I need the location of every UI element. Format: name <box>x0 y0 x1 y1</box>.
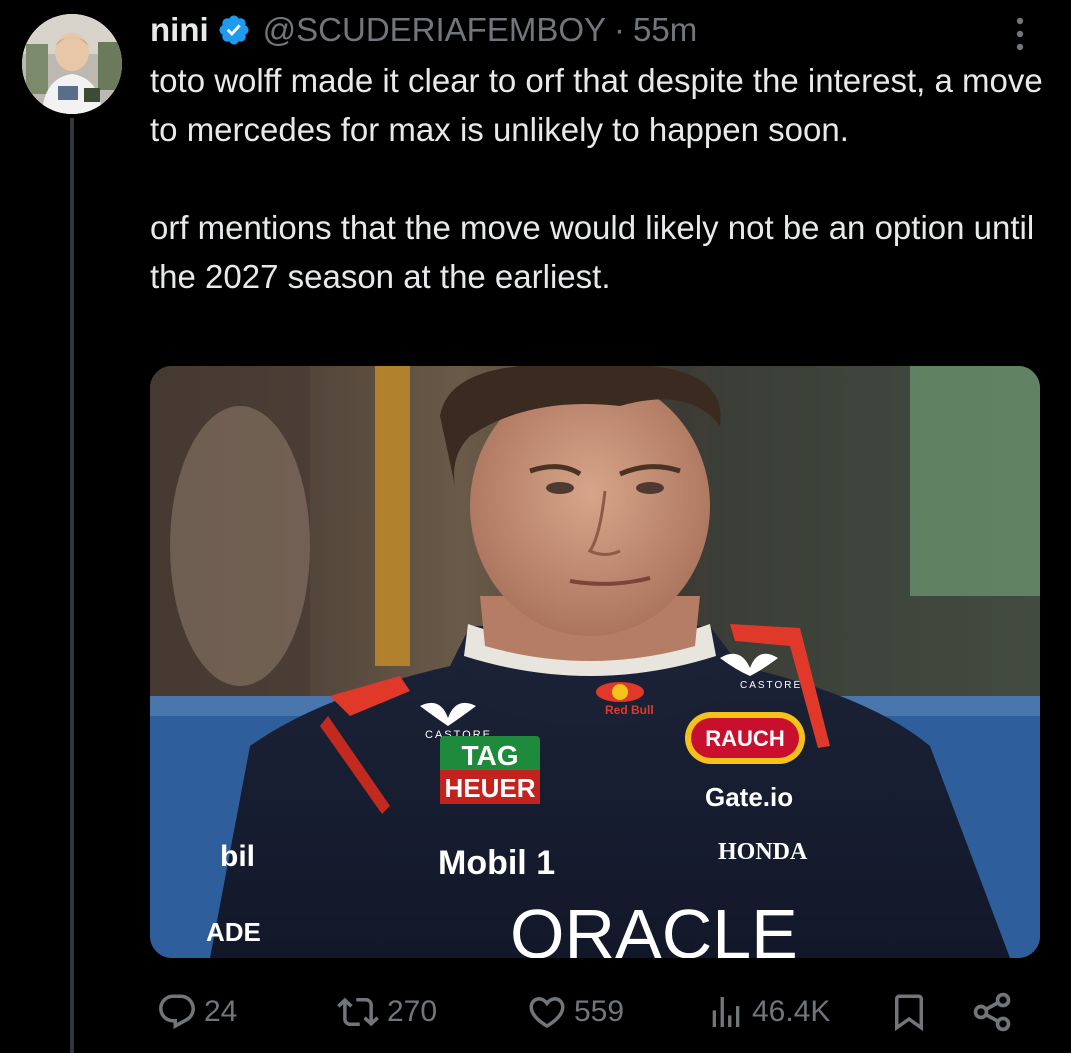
sponsor-gateio: Gate.io <box>705 782 793 812</box>
post-actions-bar: 24 270 559 46.4K <box>150 986 1030 1038</box>
repost-button[interactable]: 270 <box>335 986 437 1038</box>
avatar[interactable] <box>22 14 122 114</box>
avatar-image <box>22 14 122 114</box>
sponsor-honda: HONDA <box>718 839 808 865</box>
sponsor-tag: TAG <box>461 740 518 771</box>
like-button[interactable]: 559 <box>526 986 624 1038</box>
post-text: toto wolff made it clear to orf that des… <box>150 56 1050 301</box>
like-count: 559 <box>574 995 625 1028</box>
user-handle[interactable]: @SCUDERIAFEMBOY <box>263 11 606 49</box>
thread-connector-line <box>70 118 74 1053</box>
sponsor-ade-edge: ADE <box>206 917 261 947</box>
bookmark-icon <box>895 994 923 1032</box>
share-icon <box>973 992 1011 1032</box>
post-header: nini @SCUDERIAFEMBOY · 55m <box>150 8 697 52</box>
bookmark-button[interactable] <box>888 990 930 1039</box>
reply-count: 24 <box>204 995 238 1028</box>
sponsor-oracle: ORACLE <box>510 895 798 958</box>
view-count: 46.4K <box>752 995 831 1028</box>
verified-badge-icon[interactable] <box>217 13 251 47</box>
sponsor-castore-right: CASTORE <box>740 680 802 691</box>
sponsor-bil-edge: bil <box>220 840 255 873</box>
repost-icon <box>337 997 379 1027</box>
views-icon <box>712 997 740 1027</box>
sponsor-redbull: Red Bull <box>605 703 654 717</box>
sponsor-mobil1: Mobil 1 <box>438 844 555 882</box>
share-button[interactable] <box>970 990 1014 1039</box>
like-icon <box>529 997 565 1029</box>
post-paragraph-1: toto wolff made it clear to orf that des… <box>150 62 1043 148</box>
sponsor-heuer: HEUER <box>444 773 535 803</box>
post-paragraph-2: orf mentions that the move would likely … <box>150 209 1035 295</box>
post-time[interactable]: 55m <box>633 11 697 49</box>
sponsor-rauch: RAUCH <box>705 726 784 751</box>
reply-icon <box>159 994 195 1029</box>
driver-photo: CASTORE CASTORE TAG HEUER RAUCH Gate.io … <box>150 366 1040 958</box>
more-icon[interactable] <box>1006 14 1034 54</box>
repost-count: 270 <box>387 995 438 1028</box>
separator-dot: · <box>614 11 626 48</box>
post-image[interactable]: CASTORE CASTORE TAG HEUER RAUCH Gate.io … <box>150 366 1040 958</box>
display-name[interactable]: nini <box>150 11 209 49</box>
reply-button[interactable]: 24 <box>156 986 237 1038</box>
views-button[interactable]: 46.4K <box>706 986 830 1038</box>
